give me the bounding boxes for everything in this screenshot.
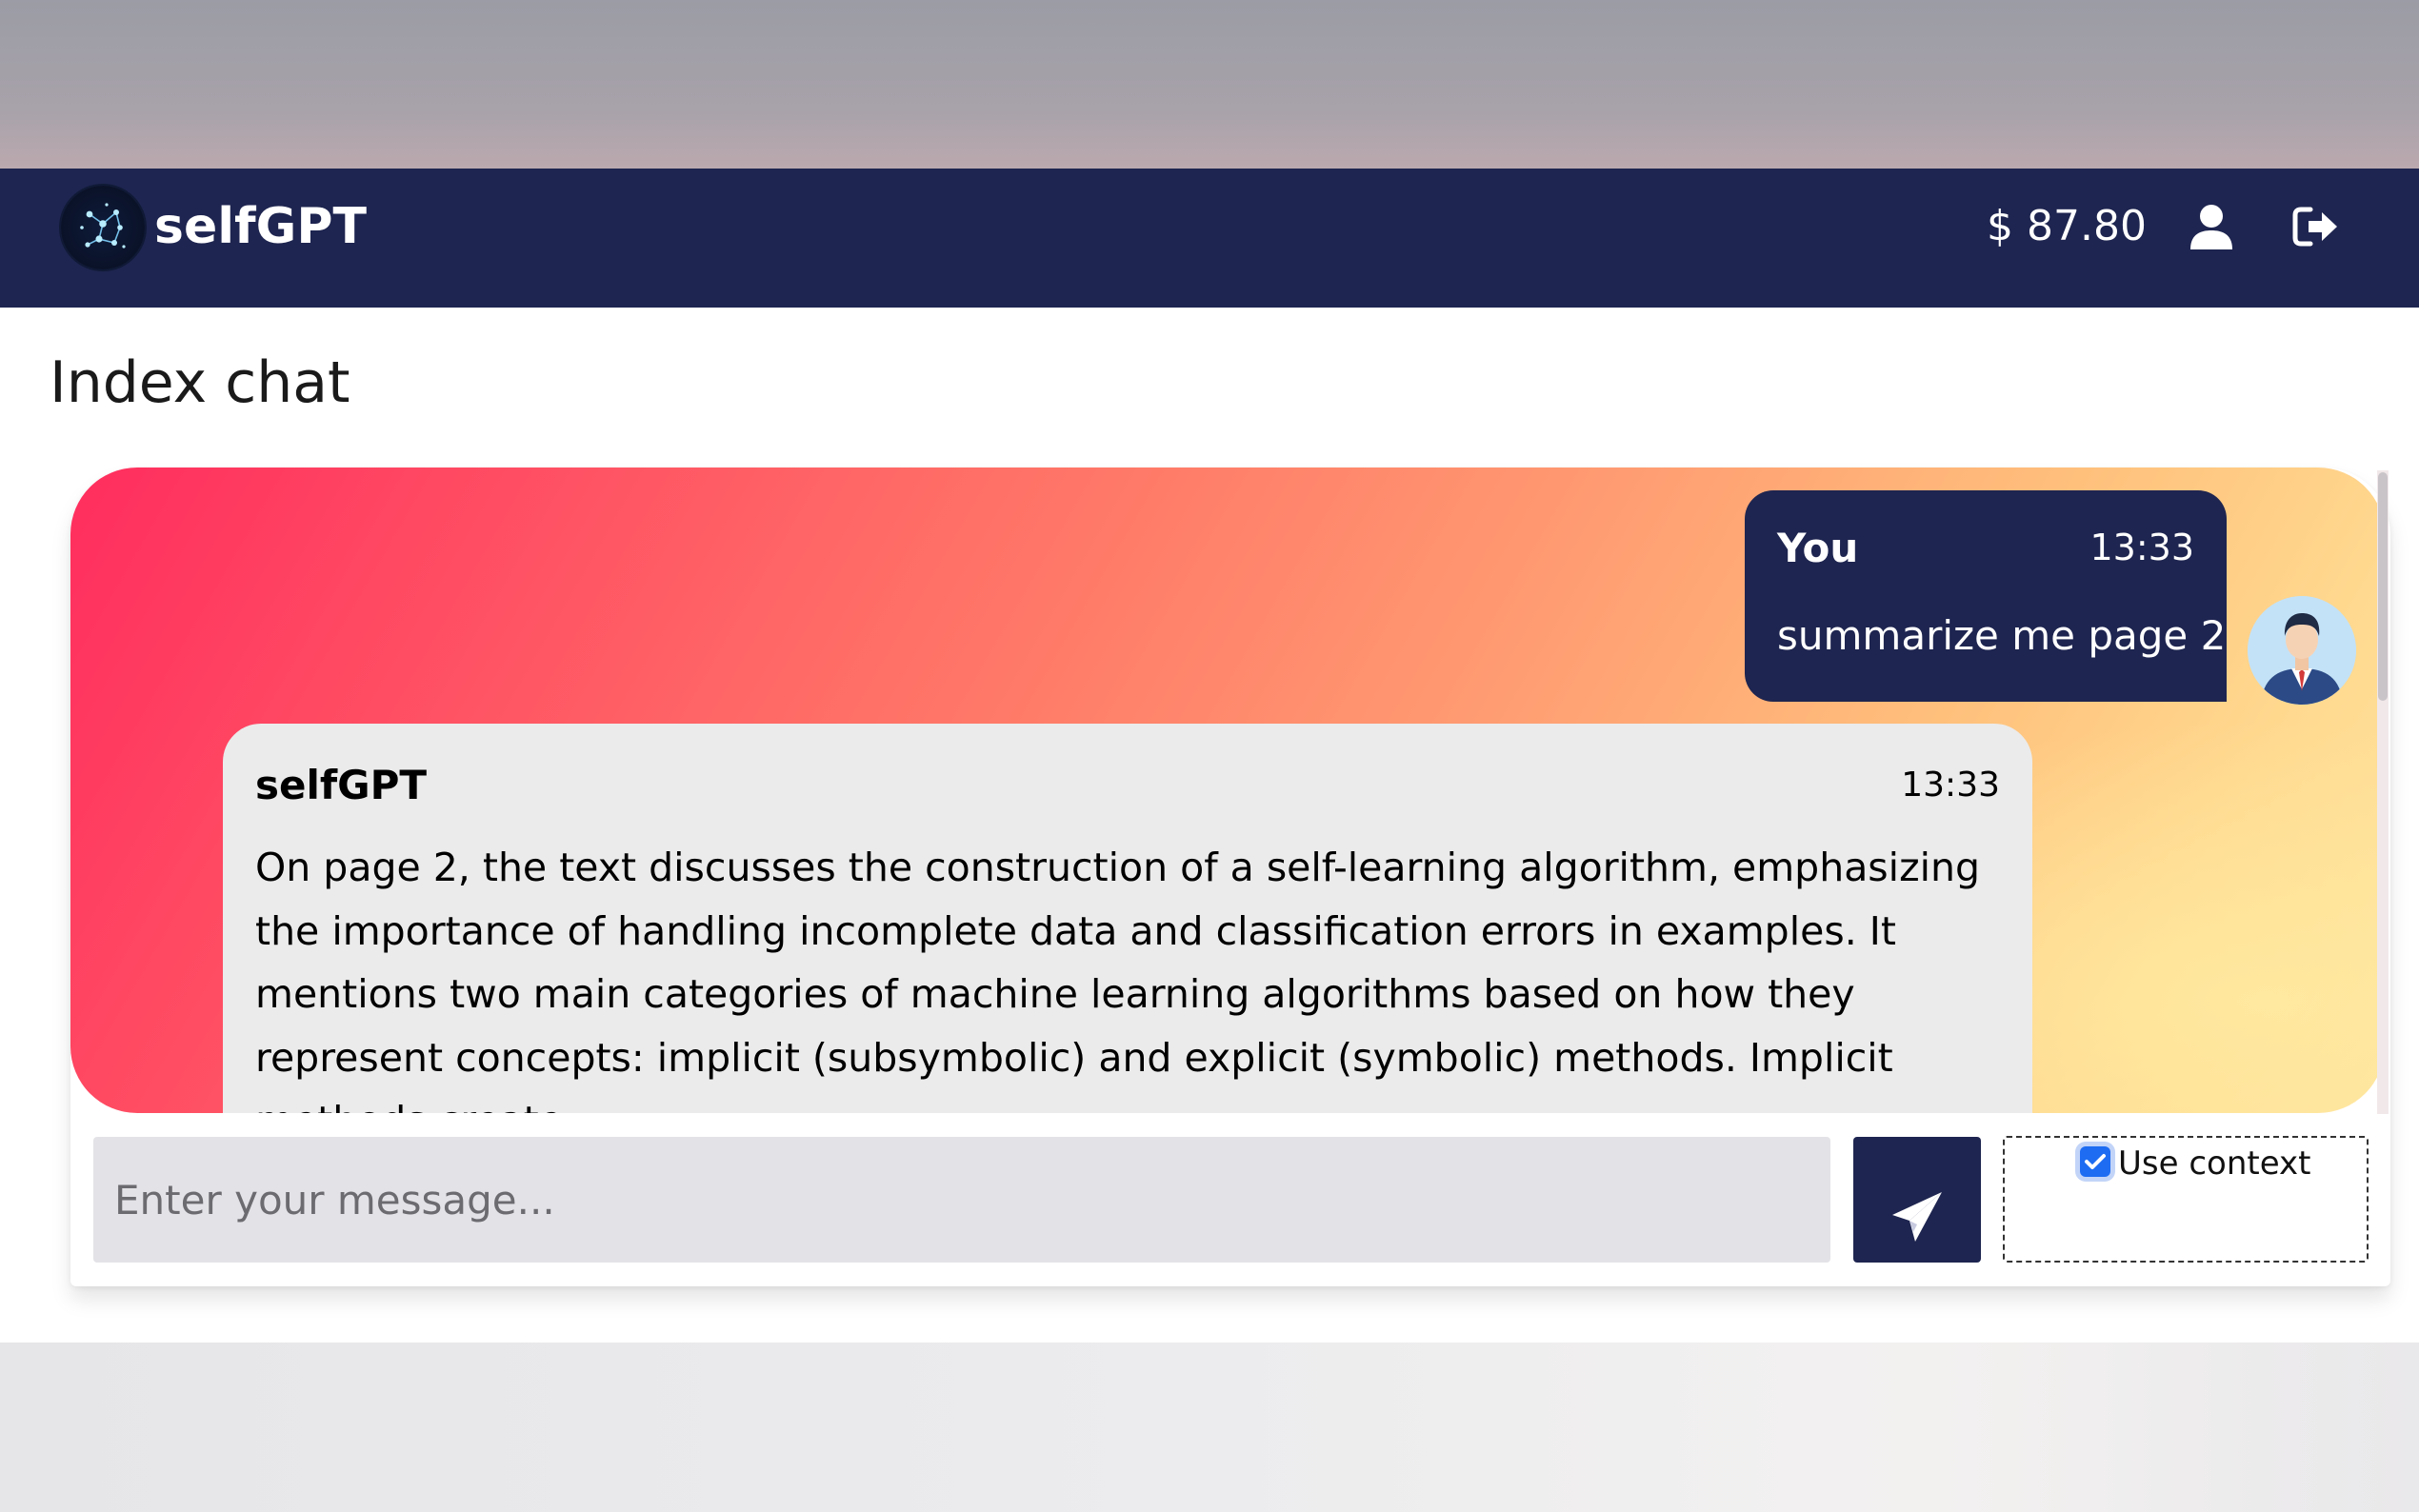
message-input[interactable] [93, 1137, 1830, 1263]
message-time: 13:33 [1901, 766, 2000, 805]
user-message-bubble: You 13:33 summarize me page 2 [1745, 490, 2227, 702]
use-context-checkbox[interactable] [2080, 1146, 2110, 1177]
check-icon [2085, 1154, 2106, 1169]
user-avatar [2248, 596, 2356, 705]
message-text: On page 2, the text discusses the constr… [255, 845, 1980, 1113]
send-button[interactable] [1853, 1137, 1981, 1263]
bot-message-bubble: selfGPT 13:33 On page 2, the text discus… [223, 724, 2032, 1113]
message-time: 13:33 [2089, 527, 2194, 568]
chat-scrollbar-thumb[interactable] [2378, 472, 2388, 701]
window-backdrop-bottom [0, 1343, 2419, 1512]
use-context-label[interactable]: Use context [2118, 1143, 2310, 1184]
window-backdrop-top [0, 0, 2419, 169]
brand-name[interactable]: selfGPT [154, 193, 367, 260]
balance-display: $ 87.80 [1987, 202, 2147, 250]
page-title: Index chat [50, 349, 350, 416]
user-icon[interactable] [2187, 202, 2236, 251]
logo-icon[interactable] [61, 186, 145, 269]
message-text: summarize me page 2 [1777, 612, 2227, 659]
paper-plane-icon [1892, 1192, 1942, 1242]
message-sender: You [1777, 525, 1859, 571]
message-sender: selfGPT [255, 762, 428, 808]
logout-icon[interactable] [2291, 202, 2341, 251]
